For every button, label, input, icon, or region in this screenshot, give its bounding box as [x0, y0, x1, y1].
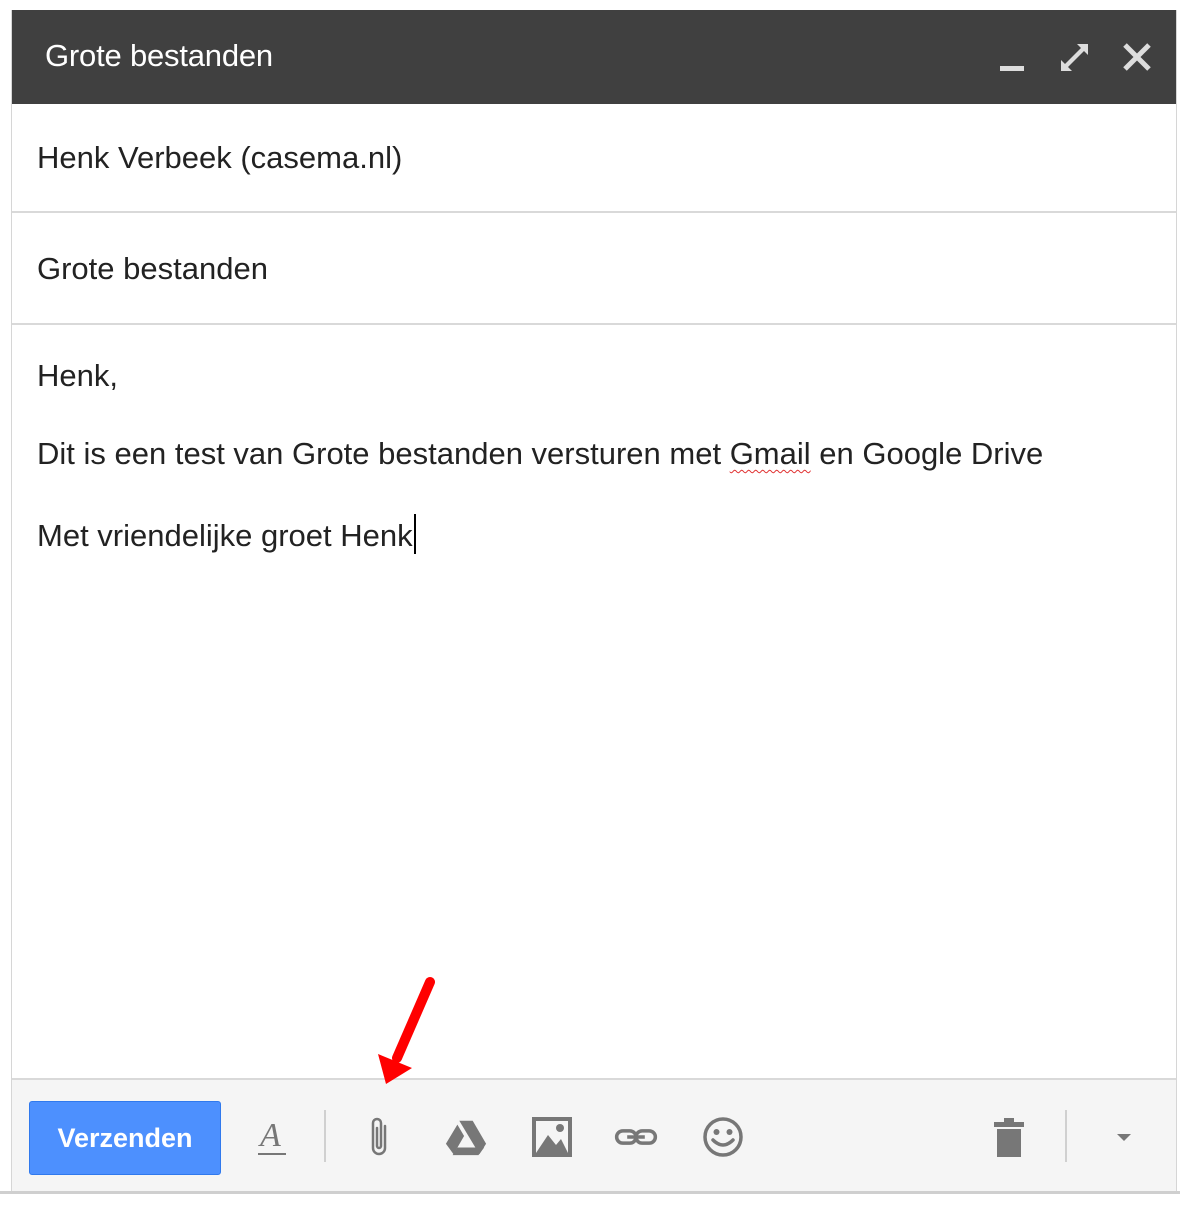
- trash-icon[interactable]: [987, 1114, 1031, 1160]
- window-bottom-edge: [0, 1191, 1180, 1194]
- body-greeting: Henk,: [37, 358, 118, 393]
- image-icon[interactable]: [530, 1114, 574, 1160]
- attach-icon[interactable]: [358, 1114, 402, 1160]
- compose-toolbar: Verzenden A: [12, 1078, 1176, 1191]
- link-icon[interactable]: [614, 1114, 658, 1160]
- annotation-arrow-icon: [378, 977, 435, 1084]
- send-button[interactable]: Verzenden: [29, 1101, 221, 1175]
- recipient-chip[interactable]: Henk Verbeek (casema.nl): [37, 140, 402, 176]
- compose-title: Grote bestanden: [45, 38, 273, 73]
- subject-field[interactable]: Grote bestanden: [12, 215, 1176, 325]
- subject-text: Grote bestanden: [37, 251, 268, 286]
- misspelled-word[interactable]: Gmail: [730, 436, 811, 471]
- body-text-after: en Google Drive: [810, 436, 1044, 471]
- expand-icon[interactable]: [1058, 40, 1092, 74]
- minimize-icon[interactable]: [996, 40, 1030, 74]
- emoji-icon[interactable]: [701, 1114, 745, 1160]
- text-caret: [413, 514, 416, 554]
- svg-text:A: A: [258, 1117, 281, 1154]
- formatting-icon[interactable]: A: [250, 1114, 294, 1160]
- body-text-before: Dit is een test van Grote bestanden vers…: [37, 436, 730, 471]
- compose-window: Grote bestanden Henk Verbeek (casema.nl)…: [11, 10, 1177, 1191]
- message-body[interactable]: Henk, Dit is een test van Grote bestande…: [12, 325, 1176, 1077]
- drive-icon[interactable]: [444, 1114, 488, 1160]
- toolbar-separator: [324, 1110, 326, 1162]
- body-closing: Met vriendelijke groet Henk: [37, 518, 413, 553]
- compose-titlebar[interactable]: Grote bestanden: [12, 10, 1176, 104]
- body-closing-line: Met vriendelijke groet Henk: [37, 514, 416, 554]
- body-main-line: Dit is een test van Grote bestanden vers…: [37, 436, 1043, 472]
- close-icon[interactable]: [1120, 40, 1154, 74]
- more-options-icon[interactable]: [1102, 1114, 1146, 1160]
- toolbar-separator: [1065, 1110, 1067, 1162]
- to-field[interactable]: Henk Verbeek (casema.nl): [12, 104, 1176, 213]
